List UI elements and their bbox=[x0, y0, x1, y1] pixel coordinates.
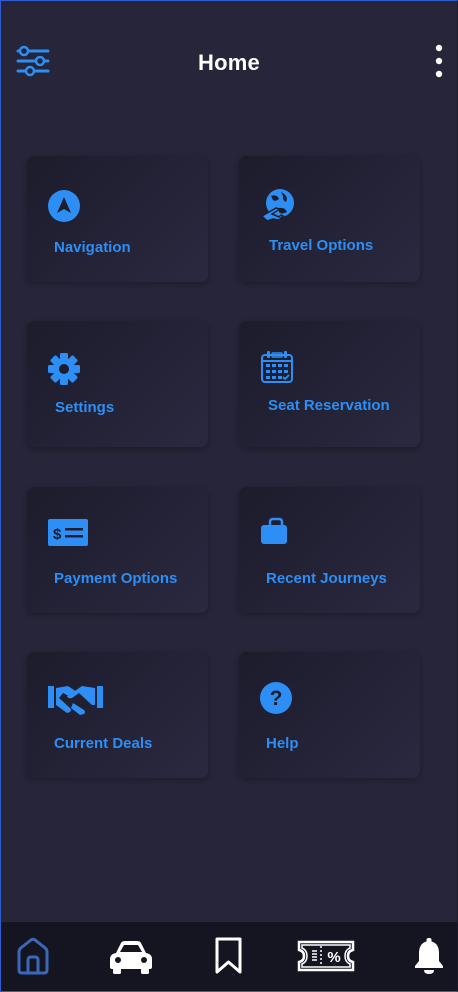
menu-card-label: Navigation bbox=[54, 239, 131, 256]
menu-card-help[interactable]: ? Help bbox=[239, 652, 420, 778]
briefcase-icon bbox=[261, 516, 301, 552]
menu-card-travel-options[interactable]: Travel Options bbox=[239, 156, 420, 282]
more-options-icon[interactable] bbox=[428, 44, 450, 80]
menu-card-navigation[interactable]: Navigation bbox=[27, 156, 208, 282]
menu-card-recent-journeys[interactable]: Recent Journeys bbox=[239, 487, 420, 613]
menu-card-current-deals[interactable]: Current Deals bbox=[27, 652, 208, 778]
app-header: Home bbox=[0, 0, 458, 120]
bookmark-icon[interactable] bbox=[214, 936, 244, 978]
gear-icon bbox=[47, 351, 87, 387]
ticket-discount-icon[interactable]: % bbox=[297, 936, 357, 978]
menu-card-label: Help bbox=[266, 735, 299, 752]
svg-text:$: $ bbox=[53, 526, 62, 543]
home-icon[interactable] bbox=[16, 936, 50, 978]
globe-plane-icon bbox=[259, 188, 299, 224]
menu-card-label: Seat Reservation bbox=[268, 397, 390, 414]
payment-check-icon: $ bbox=[48, 516, 88, 552]
page-title: Home bbox=[198, 50, 260, 75]
svg-text:?: ? bbox=[270, 687, 283, 710]
menu-card-payment-options[interactable]: $ Payment Options bbox=[27, 487, 208, 613]
handshake-icon bbox=[48, 681, 104, 717]
menu-card-settings[interactable]: Settings bbox=[27, 321, 208, 447]
menu-card-seat-reservation[interactable]: Seat Reservation bbox=[239, 321, 420, 447]
menu-card-label: Travel Options bbox=[269, 237, 374, 254]
menu-card-label: Current Deals bbox=[54, 735, 153, 752]
menu-card-label: Settings bbox=[55, 399, 115, 416]
calendar-icon bbox=[259, 350, 299, 386]
navigation-arrow-icon bbox=[47, 188, 87, 224]
question-circle-icon: ? bbox=[260, 681, 300, 717]
bottom-navigation: % bbox=[0, 922, 458, 992]
bell-icon[interactable] bbox=[412, 936, 446, 978]
menu-card-label: Payment Options bbox=[54, 570, 178, 587]
menu-card-label: Recent Journeys bbox=[266, 570, 387, 587]
svg-text:%: % bbox=[327, 949, 340, 966]
car-icon[interactable] bbox=[107, 936, 155, 978]
